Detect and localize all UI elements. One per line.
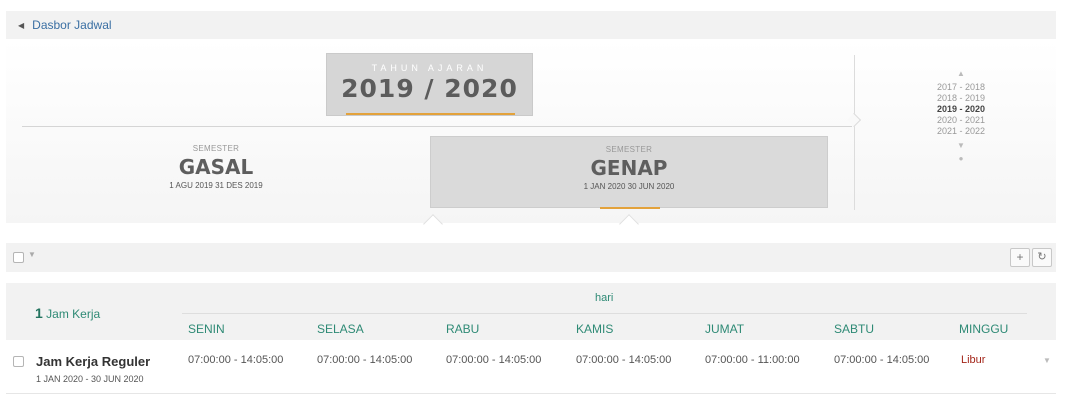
time-cell: 07:00:00 - 14:05:00 [188, 354, 284, 366]
year-item[interactable]: 2020 - 2021 [916, 115, 1006, 126]
table-title: 1 Jam Kerja [35, 305, 100, 321]
notch-marker [619, 214, 639, 234]
semester-name: GASAL [178, 155, 254, 179]
year-item-active[interactable]: 2019 - 2020 [916, 104, 1006, 115]
caret-left-icon: ◀ [18, 20, 25, 30]
table-title-label: Jam Kerja [46, 307, 101, 321]
time-cell: 07:00:00 - 14:05:00 [576, 354, 672, 366]
time-cell: 07:00:00 - 14:05:00 [834, 354, 930, 366]
time-cell: 07:00:00 - 14:05:00 [446, 354, 542, 366]
refresh-icon[interactable]: ↻ [1032, 248, 1052, 267]
semester-gasal[interactable]: SEMESTER GASAL 1 AGU 2019 31 DES 2019 [151, 144, 281, 190]
schedule-name[interactable]: Jam Kerja Reguler [36, 354, 150, 369]
year-item[interactable]: 2017 - 2018 [916, 82, 1006, 93]
semester-dates: 1 AGU 2019 31 DES 2019 [169, 181, 263, 190]
academic-year-box[interactable]: TAHUN AJARAN 2019 / 2020 [326, 53, 533, 116]
time-cell-libur: Libur [961, 354, 986, 366]
divider [22, 126, 852, 127]
day-header: KAMIS [576, 322, 614, 336]
semester-label: SEMESTER [605, 145, 653, 154]
pointer-marker [846, 112, 862, 128]
table-header: 1 Jam Kerja hari SENIN SELASA RABU KAMIS… [6, 283, 1056, 340]
schedule-range: 1 JAN 2020 - 30 JUN 2020 [36, 374, 144, 384]
day-header: SENIN [188, 322, 225, 336]
day-header: SELASA [317, 322, 364, 336]
academic-year-underline [346, 113, 515, 115]
day-header: RABU [446, 322, 480, 336]
chevron-down-icon[interactable]: ▼ [1043, 356, 1051, 365]
breadcrumb[interactable]: ◀ Dasbor Jadwal [6, 11, 1056, 39]
select-all-checkbox[interactable] [13, 252, 24, 263]
row-count: 1 [35, 305, 43, 321]
breadcrumb-link[interactable]: Dasbor Jadwal [32, 18, 111, 32]
vertical-divider [854, 55, 855, 210]
notch-marker [423, 214, 443, 234]
header-divider [182, 313, 1027, 314]
year-list: ▲ 2017 - 2018 2018 - 2019 2019 - 2020 20… [916, 68, 1006, 164]
semester-dates: 1 JAN 2020 30 JUN 2020 [583, 182, 675, 191]
year-item[interactable]: 2018 - 2019 [916, 93, 1006, 104]
semester-name: GENAP [590, 156, 668, 180]
year-item[interactable]: 2021 - 2022 [916, 126, 1006, 137]
chevron-up-icon[interactable]: ▲ [916, 68, 1006, 79]
time-cell: 07:00:00 - 11:00:00 [705, 354, 800, 366]
day-header: SABTU [834, 322, 875, 336]
chevron-down-icon[interactable]: ▼ [916, 140, 1006, 151]
chevron-down-icon[interactable]: ▼ [28, 250, 36, 259]
row-checkbox[interactable] [13, 356, 24, 367]
academic-year-value: 2019 / 2020 [341, 74, 518, 103]
semester-label: SEMESTER [192, 144, 240, 153]
plus-icon[interactable]: + [1010, 248, 1030, 267]
time-cell: 07:00:00 - 14:05:00 [317, 354, 413, 366]
day-header: JUMAT [705, 322, 745, 336]
toolbar: ▼ + ↻ [6, 243, 1056, 272]
dot-icon[interactable]: ● [916, 153, 1006, 164]
day-header: MINGGU [959, 322, 1009, 336]
period-selector: TAHUN AJARAN 2019 / 2020 SEMESTER GASAL … [6, 40, 1056, 234]
table-row[interactable]: Jam Kerja Reguler 1 JAN 2020 - 30 JUN 20… [6, 346, 1056, 394]
semester-genap[interactable]: SEMESTER GENAP 1 JAN 2020 30 JUN 2020 [430, 136, 828, 209]
group-header: hari [595, 292, 614, 304]
academic-year-label: TAHUN AJARAN [371, 63, 488, 73]
semester-underline [600, 207, 660, 209]
